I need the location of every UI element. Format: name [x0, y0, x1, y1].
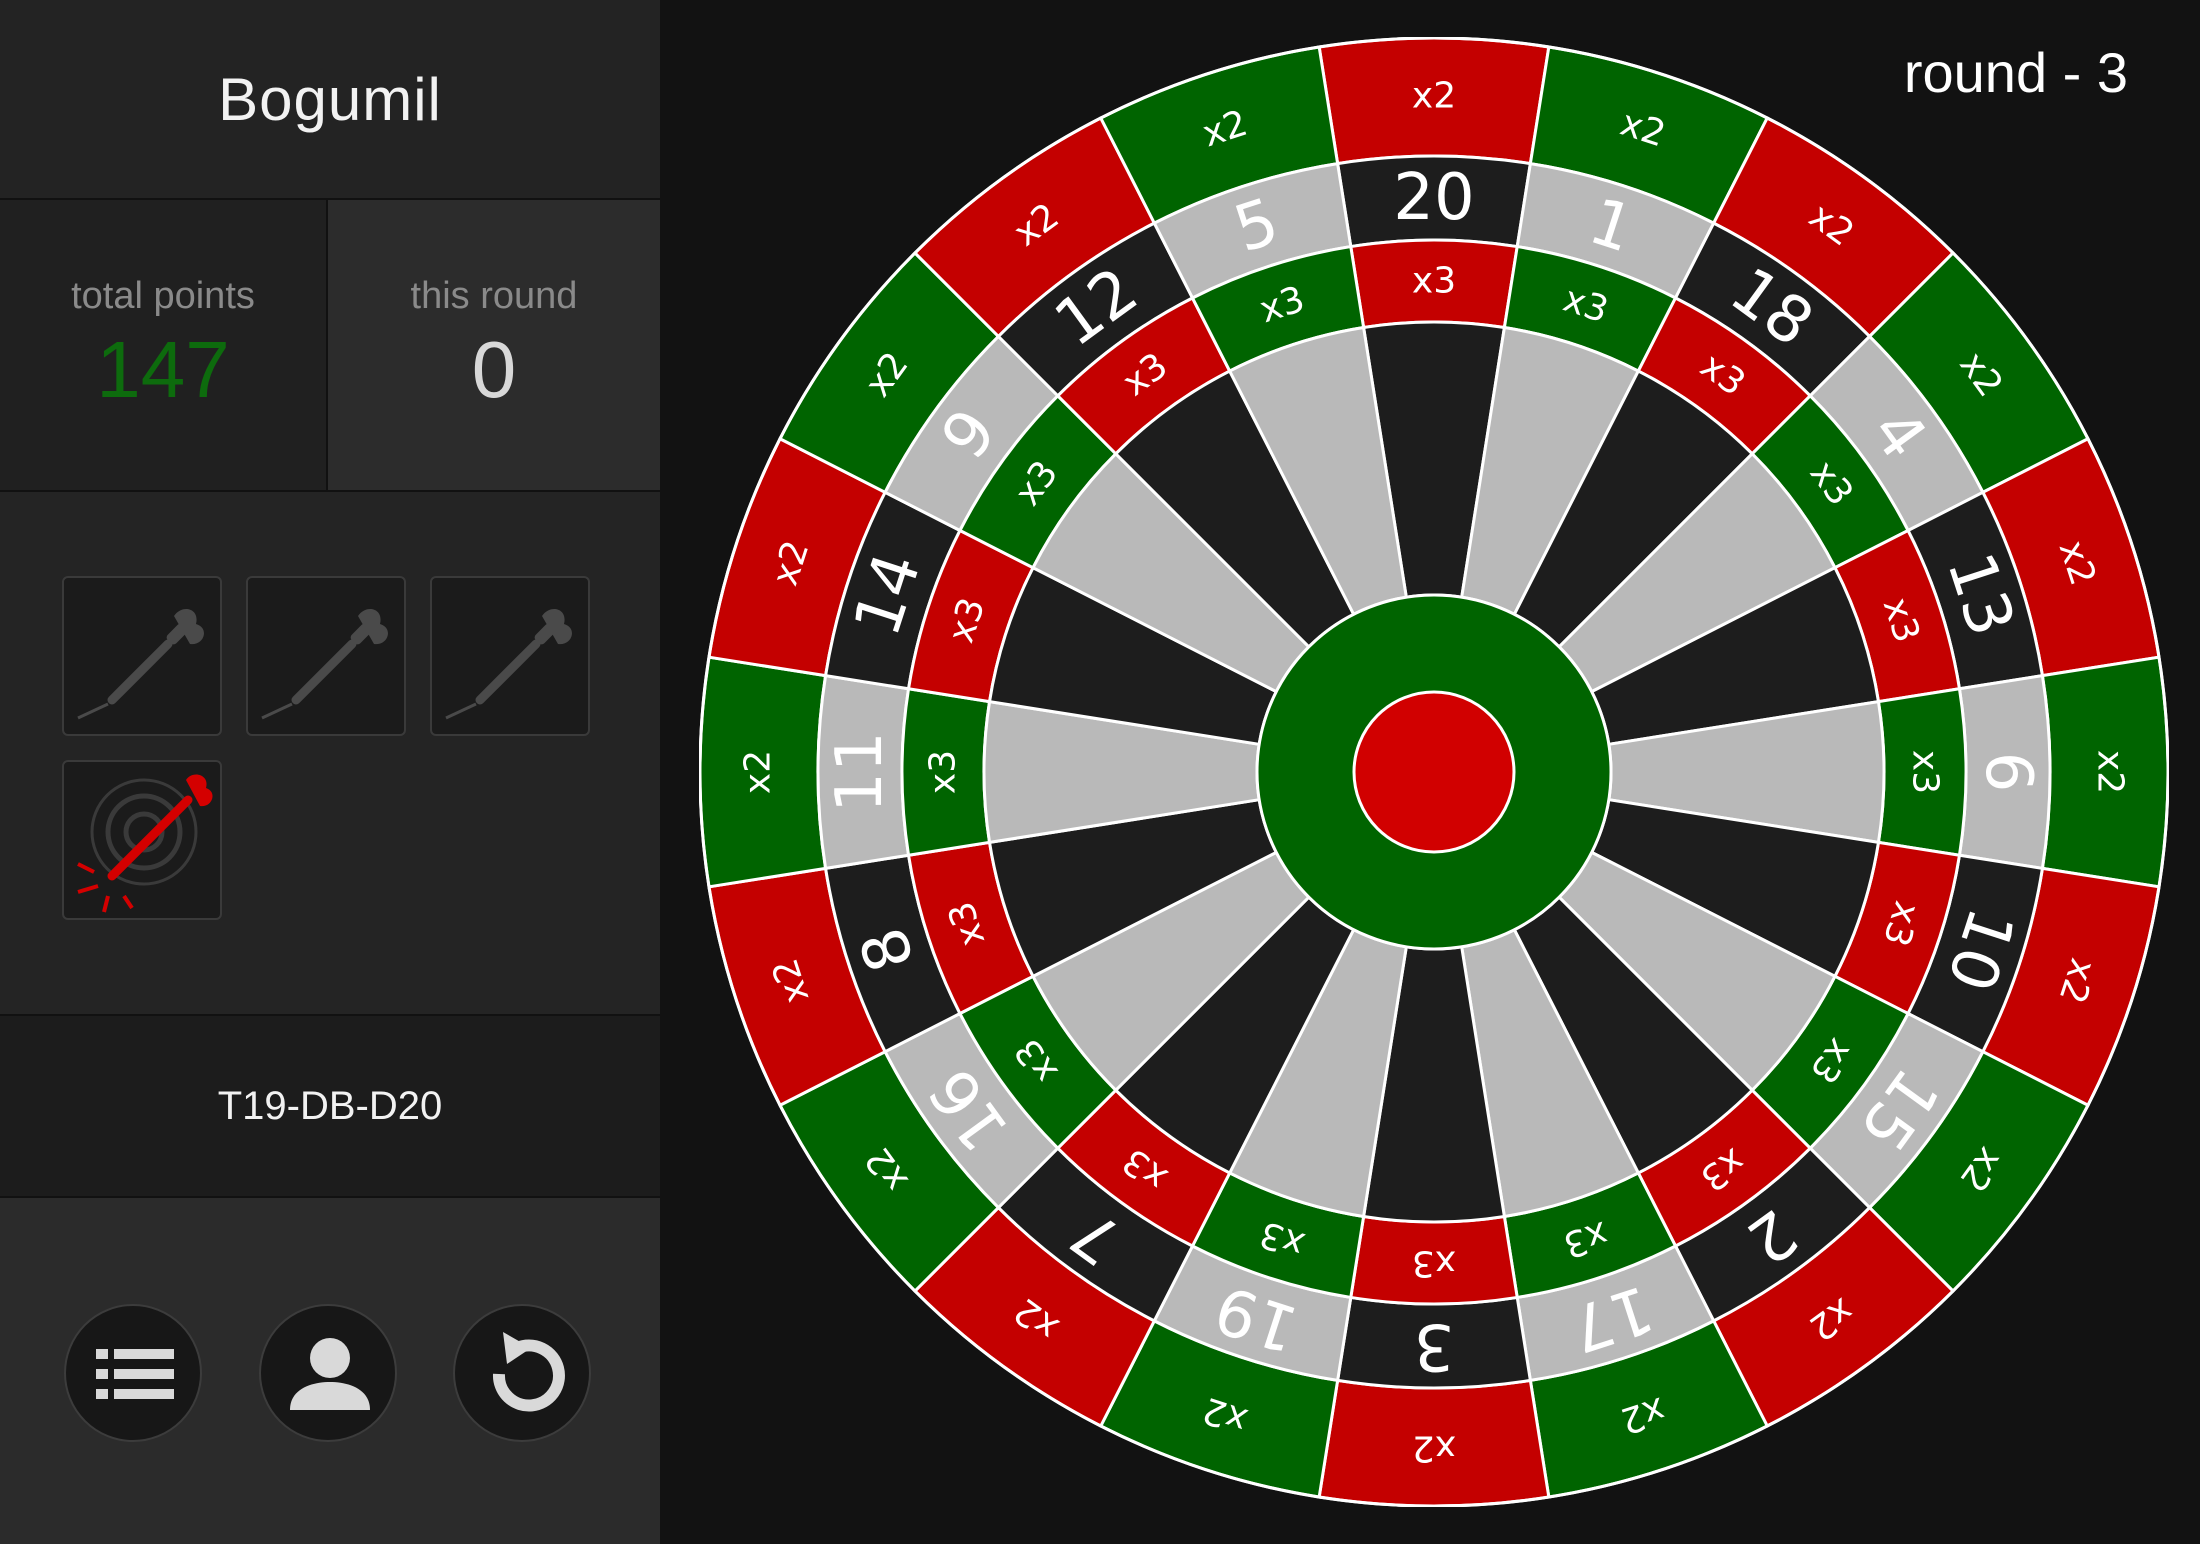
dart-icon [445, 609, 572, 720]
triple-20-label: x3 [1412, 261, 1456, 302]
total-points-box: total points 147 [0, 200, 326, 490]
dart-icon [77, 609, 204, 720]
double-20-label: x2 [1412, 76, 1456, 117]
controls-bar [0, 1198, 660, 1544]
dart-slot-3 [430, 576, 590, 736]
round-score-value: 0 [471, 324, 517, 414]
scoreboard-button[interactable] [64, 1304, 202, 1442]
number-11-label: 11 [823, 731, 897, 812]
round-score-label: this round [410, 274, 578, 317]
person-icon [290, 1338, 370, 1410]
number-3-label: 3 [1414, 1309, 1455, 1383]
number-6-label: 6 [1971, 752, 2045, 793]
triple-3-label: x3 [1412, 1243, 1456, 1284]
dart-slot-4 [62, 760, 222, 920]
double-11-label: x2 [738, 750, 779, 794]
dart-icon [261, 609, 388, 720]
checkout-hint: T19-DB-D20 [0, 1016, 660, 1196]
triple-11-label: x3 [923, 750, 964, 794]
dart-miss-icon [77, 774, 213, 913]
undo-icon [492, 1332, 565, 1412]
dart-slot-1 [62, 576, 222, 736]
bullseye[interactable] [1352, 690, 1516, 854]
player-name: Bogumil [218, 65, 442, 133]
player-button[interactable] [259, 1304, 397, 1442]
number-20-label: 20 [1393, 161, 1474, 235]
total-points-label: total points [71, 274, 255, 317]
dart-slot-2 [246, 576, 406, 736]
round-score-box: this round 0 [328, 200, 660, 490]
list-icon [96, 1349, 174, 1399]
dartboard: x220x3x21x3x218x3 x24x3x213x3x26x3x210x3x… [699, 37, 2169, 1507]
undo-button[interactable] [453, 1304, 591, 1442]
triple-6-label: x3 [1905, 750, 1946, 794]
player-panel: Bogumil total points 147 this round 0 T1… [0, 0, 660, 1544]
double-6-label: x2 [2090, 750, 2131, 794]
double-3-label: x2 [1412, 1428, 1456, 1469]
darts-area [0, 492, 660, 1014]
total-points-value: 147 [96, 324, 230, 414]
